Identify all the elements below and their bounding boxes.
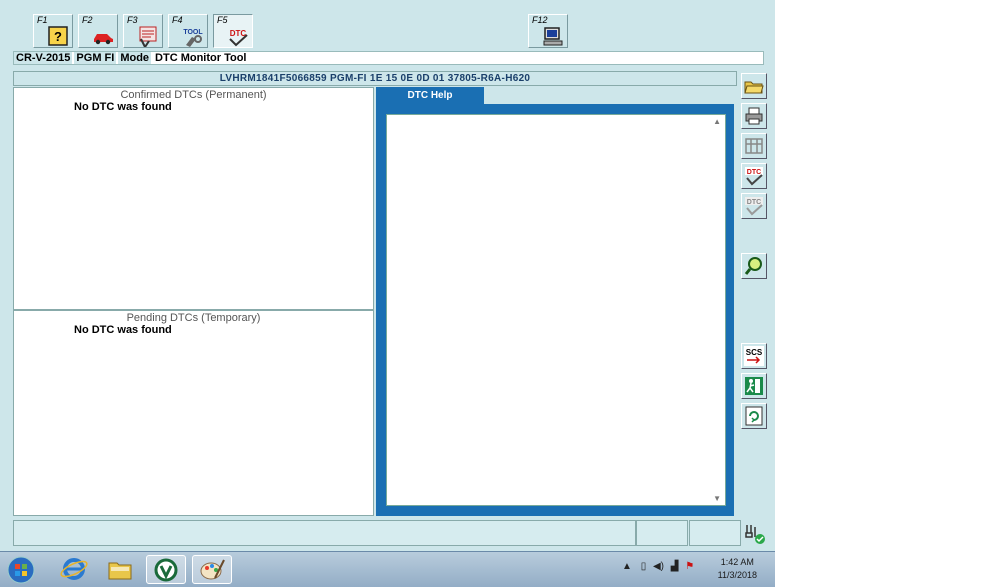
f12-computer-button[interactable]: F12 — [528, 14, 568, 48]
dtc-icon: DTC — [229, 29, 248, 47]
dtc-clear-icon: DTC — [745, 167, 763, 186]
freeze-frame-button[interactable] — [741, 133, 767, 159]
connection-status-icon — [745, 525, 765, 544]
app-window: F1 ? F2 F3 F4 TOOL F5 DTC F12 CR-V-2015 … — [0, 0, 775, 551]
svg-text:?: ? — [54, 29, 62, 44]
f1-help-button[interactable]: F1 ? — [33, 14, 73, 48]
f5-dtc-button[interactable]: F5 DTC — [213, 14, 253, 48]
f4-label: F4 — [172, 15, 183, 25]
freeze-frame-icon — [745, 138, 763, 154]
model-label: CR-V-2015 — [14, 52, 73, 64]
f1-label: F1 — [37, 15, 48, 25]
status-bar — [13, 520, 636, 546]
exit-icon — [745, 377, 763, 395]
taskbar-internet-explorer[interactable] — [54, 555, 94, 584]
windows-start-icon — [7, 556, 35, 584]
exit-button[interactable] — [741, 373, 767, 399]
open-folder-button[interactable] — [741, 73, 767, 99]
system-tray: ▲ ▯ ◀) ▟ ⚑ — [622, 561, 694, 572]
status-cell-1 — [636, 520, 688, 546]
dtc-help-content[interactable]: ▲ ▼ — [386, 114, 726, 506]
dtc-check-icon: DTC — [745, 197, 763, 216]
svg-text:DTC: DTC — [747, 169, 761, 176]
f12-label: F12 — [532, 15, 548, 25]
dtc-check-button[interactable]: DTC — [741, 193, 767, 219]
refresh-icon — [745, 406, 763, 426]
system-label: PGM FI — [74, 52, 117, 64]
f5-label: F5 — [217, 15, 228, 25]
taskbar-diagnostic-app[interactable] — [146, 555, 186, 584]
scs-icon: SCS — [744, 346, 764, 366]
folder-icon — [108, 562, 132, 580]
computer-icon — [543, 27, 563, 46]
confirmed-dtc-title: Confirmed DTCs (Permanent) — [120, 89, 267, 101]
network-icon[interactable]: ▟ — [671, 561, 679, 572]
status-cell-2 — [689, 520, 741, 546]
print-button[interactable] — [741, 103, 767, 129]
svg-text:DTC: DTC — [747, 199, 761, 206]
start-button[interactable] — [6, 555, 40, 584]
diagnostic-app-icon — [154, 558, 178, 582]
action-center-icon[interactable]: ⚑ — [685, 561, 694, 572]
show-hidden-icons-icon[interactable]: ▲ — [622, 561, 632, 572]
f4-tool-button[interactable]: F4 TOOL — [168, 14, 208, 48]
f3-label: F3 — [127, 15, 138, 25]
volume-icon[interactable]: ◀) — [653, 561, 664, 572]
pending-dtc-message: No DTC was found — [74, 324, 172, 336]
print-icon — [745, 107, 763, 125]
windows-taskbar: ▲ ▯ ◀) ▟ ⚑ 1:42 AM 11/3/2018 — [0, 551, 775, 587]
open-folder-icon — [744, 81, 764, 94]
confirmed-dtc-panel: Confirmed DTCs (Permanent) No DTC was fo… — [13, 87, 374, 310]
svg-text:TOOL: TOOL — [183, 29, 203, 36]
scs-button[interactable]: SCS — [741, 343, 767, 369]
system-clock[interactable]: 1:42 AM 11/3/2018 — [718, 556, 757, 582]
pending-dtc-title: Pending DTCs (Temporary) — [126, 312, 261, 324]
f2-label: F2 — [82, 15, 93, 25]
help-icon: ? — [48, 26, 68, 46]
f2-vehicle-button[interactable]: F2 — [78, 14, 118, 48]
function-key-toolbar: F1 ? F2 F3 F4 TOOL F5 DTC F12 — [0, 0, 775, 50]
mode-bar: CR-V-2015 PGM FI Mode DTC Monitor Tool — [13, 51, 764, 65]
mode-value: DTC Monitor Tool — [155, 52, 247, 64]
data-list-icon — [139, 26, 157, 47]
paint-icon — [200, 559, 225, 580]
magnifier-icon — [744, 257, 762, 275]
clock-time: 1:42 AM — [720, 557, 754, 567]
refresh-button[interactable] — [741, 403, 767, 429]
confirmed-dtc-message: No DTC was found — [74, 101, 172, 113]
svg-text:SCS: SCS — [746, 348, 763, 357]
search-button[interactable] — [741, 253, 767, 279]
car-icon — [94, 34, 113, 45]
scroll-up-arrow-icon[interactable]: ▲ — [713, 117, 721, 126]
taskbar-file-explorer[interactable] — [100, 555, 140, 584]
mode-label: Mode — [118, 52, 152, 64]
dtc-clear-button[interactable]: DTC — [741, 163, 767, 189]
taskbar-paint[interactable] — [192, 555, 232, 584]
tab-dtc-help[interactable]: DTC Help — [376, 87, 484, 105]
clock-date: 11/3/2018 — [717, 570, 757, 580]
pending-dtc-panel: Pending DTCs (Temporary) No DTC was foun… — [13, 310, 374, 516]
f3-data-list-button[interactable]: F3 — [123, 14, 163, 48]
battery-icon[interactable]: ▯ — [641, 561, 647, 572]
internet-explorer-icon — [60, 558, 88, 580]
vin-info-bar: LVHRM1841F5066859 PGM-FI 1E 15 0E 0D 01 … — [13, 71, 737, 86]
connection-status-button[interactable] — [741, 520, 767, 546]
scroll-down-arrow-icon[interactable]: ▼ — [713, 494, 721, 503]
tool-icon: TOOL — [183, 29, 203, 47]
